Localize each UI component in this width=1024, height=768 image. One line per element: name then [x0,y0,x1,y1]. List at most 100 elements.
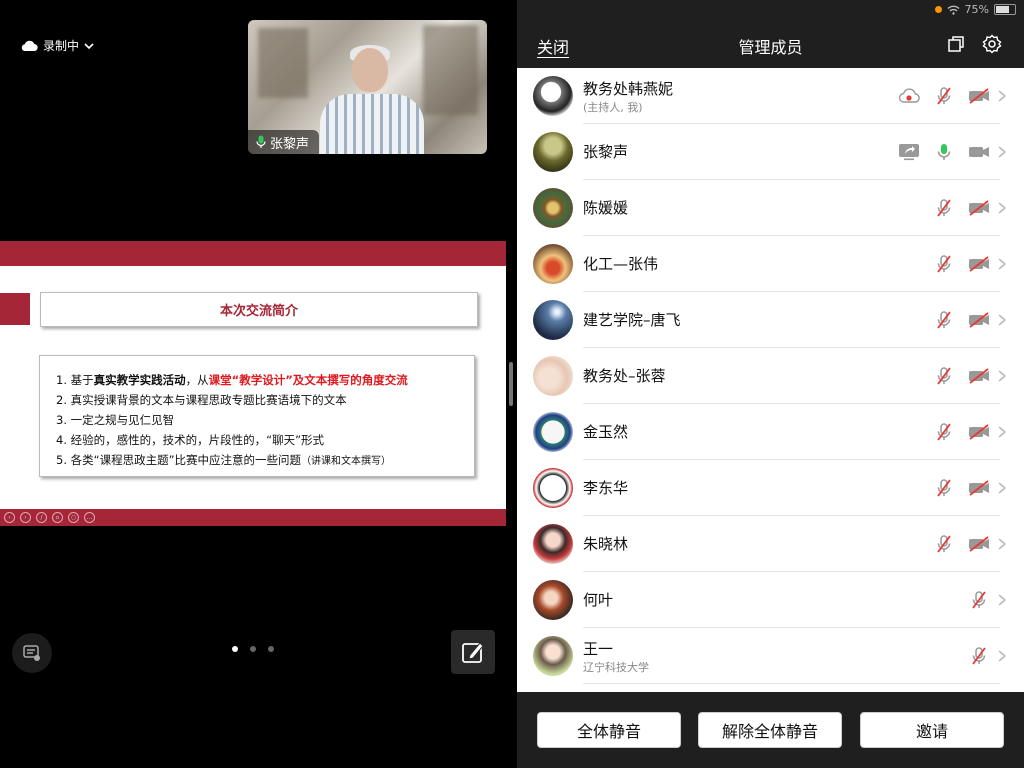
slides-grid-icon[interactable]: ▫ [52,512,63,523]
pen-tool-icon[interactable]: / [36,512,47,523]
camera-off-icon[interactable] [968,254,990,274]
member-name: 金玉然 [583,423,629,441]
invite-button[interactable]: 邀请 [860,712,1004,748]
member-name: 教务处韩燕妮 [583,80,674,98]
screen-share-icon[interactable] [898,142,920,162]
member-subtitle: 辽宁科技大学 [583,661,649,674]
avatar [533,76,573,116]
more-options-icon[interactable]: … [84,512,95,523]
chevron-right-icon[interactable] [996,366,1008,386]
annotate-icon [462,642,484,663]
camera-off-icon[interactable] [968,86,990,106]
camera-off-icon[interactable] [968,366,990,386]
member-row[interactable]: 金玉然 [517,404,1024,460]
member-row[interactable]: 陈媛媛 [517,180,1024,236]
chevron-right-icon[interactable] [996,422,1008,442]
member-list[interactable]: 教务处韩燕妮 (主持人, 我) 张黎声陈媛媛化工—张伟建艺学院–唐飞 教务处–张蓉 金玉… [517,68,1024,692]
mute-all-button[interactable]: 全体静音 [537,712,681,748]
avatar [533,300,573,340]
member-name: 建艺学院–唐飞 [583,311,681,329]
window-mode-icon[interactable] [946,34,966,54]
avatar [533,468,573,508]
bookshelf-shape [258,28,308,98]
split-view-handle[interactable] [509,362,513,406]
mic-muted-icon[interactable] [933,534,955,554]
mic-muted-icon[interactable] [933,422,955,442]
page-indicator[interactable] [232,646,274,652]
speaker-video[interactable]: 张黎声 [248,20,487,154]
chevron-right-icon[interactable] [996,86,1008,106]
avatar [533,132,573,172]
page-dot[interactable] [232,646,238,652]
chevron-right-icon[interactable] [996,478,1008,498]
camera-off-icon[interactable] [968,422,990,442]
chevron-right-icon[interactable] [996,646,1008,666]
wifi-icon [947,5,960,15]
mic-muted-icon[interactable] [933,254,955,274]
chat-button[interactable] [12,633,52,673]
member-name: 朱晓林 [583,535,629,553]
mic-muted-icon[interactable] [933,310,955,330]
mic-muted-icon[interactable] [933,366,955,386]
member-row[interactable]: 王一 辽宁科技大学 [517,628,1024,684]
row-divider [583,683,1000,684]
camera-off-icon[interactable] [968,534,990,554]
mic-muted-icon[interactable] [933,86,955,106]
slide-list: 1. 基于真实教学实践活动，从课堂“教学设计”及文本撰写的角度交流 2. 真实授… [39,355,475,477]
chevron-right-icon[interactable] [996,142,1008,162]
mic-muted-icon[interactable] [968,590,990,610]
speaker-namebar: 张黎声 [248,130,320,154]
mic-muted-icon[interactable] [933,198,955,218]
chevron-right-icon[interactable] [996,534,1008,554]
member-row[interactable]: 化工—张伟 [517,236,1024,292]
mic-muted-icon[interactable] [933,478,955,498]
next-slide-icon[interactable]: › [20,512,31,523]
settings-gear-icon[interactable] [982,34,1002,54]
slide-list-item: 2. 真实授课背景的文本与课程思政专题比赛语境下的文本 [56,393,347,407]
member-row[interactable]: 张黎声 [517,124,1024,180]
member-row[interactable]: 教务处–张蓉 [517,348,1024,404]
member-name: 化工—张伟 [583,255,659,273]
member-subtitle: (主持人, 我) [583,101,643,114]
camera-on-icon[interactable] [968,142,990,162]
camera-off-icon[interactable] [968,478,990,498]
meeting-stage: 录制中 张黎声 本次交流简介 1. 基于真实教学实践活动，从课堂“教学设计”及文… [0,0,517,768]
battery-percent: 75% [964,3,989,16]
member-name: 王一 [583,640,614,658]
slide-list-item: 1. 基于真实教学实践活动，从课堂“教学设计”及文本撰写的角度交流 [56,373,408,387]
unmute-all-button[interactable]: 解除全体静音 [698,712,842,748]
close-button[interactable]: 关闭 [537,34,569,58]
member-name: 李东华 [583,479,629,497]
cloud-record-icon[interactable] [898,86,920,106]
member-row[interactable]: 建艺学院–唐飞 [517,292,1024,348]
recording-label: 录制中 [43,39,80,53]
member-row[interactable]: 李东华 [517,460,1024,516]
chevron-right-icon[interactable] [996,198,1008,218]
shared-slide[interactable]: 本次交流简介 1. 基于真实教学实践活动，从课堂“教学设计”及文本撰写的角度交流… [0,241,506,526]
member-name: 何叶 [583,591,614,609]
mic-in-use-dot [934,6,942,13]
zoom-icon[interactable]: ○ [68,512,79,523]
page-dot[interactable] [268,646,274,652]
panel-actions: 全体静音 解除全体静音 邀请 [517,692,1024,768]
camera-off-icon[interactable] [968,310,990,330]
chevron-right-icon[interactable] [996,590,1008,610]
camera-off-icon[interactable] [968,198,990,218]
prev-slide-icon[interactable]: ‹ [4,512,15,523]
slide-accent-block [0,293,30,325]
annotate-button[interactable] [451,630,495,674]
mic-muted-icon[interactable] [968,646,990,666]
page-dot[interactable] [250,646,256,652]
slide-top-band [0,241,506,266]
chevron-right-icon[interactable] [996,310,1008,330]
avatar [533,412,573,452]
member-row[interactable]: 朱晓林 [517,516,1024,572]
recording-indicator[interactable]: 录制中 [20,37,94,54]
member-name: 教务处–张蓉 [583,367,666,385]
member-row[interactable]: 教务处韩燕妮 (主持人, 我) [517,68,1024,124]
member-row[interactable]: 何叶 [517,572,1024,628]
chevron-right-icon[interactable] [996,254,1008,274]
member-name: 陈媛媛 [583,199,629,217]
slide-list-item: 4. 经验的，感性的，技术的，片段性的，“聊天”形式 [56,433,325,447]
mic-active-icon[interactable] [933,142,955,162]
